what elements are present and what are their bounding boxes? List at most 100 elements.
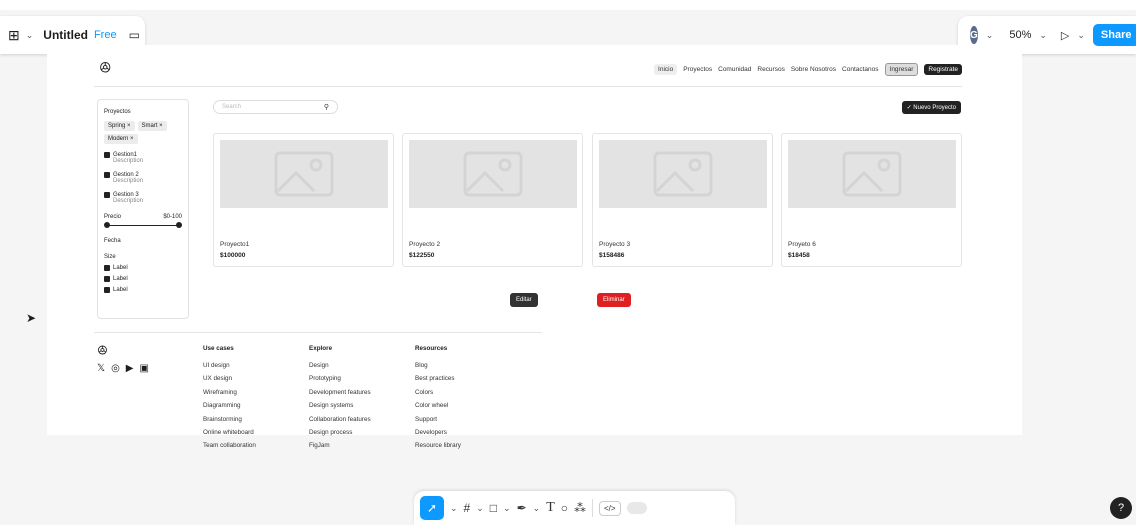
footer-link[interactable]: Collaboration features xyxy=(309,416,371,423)
share-button[interactable]: Share xyxy=(1092,24,1136,46)
footer-column-use-cases: Use cases UI design UX design Wireframin… xyxy=(203,345,256,456)
option-label: Label xyxy=(113,265,128,271)
resources-tool-icon[interactable]: ⁂ xyxy=(574,501,586,515)
footer-link[interactable]: Prototyping xyxy=(309,375,371,382)
footer-link[interactable]: UI design xyxy=(203,362,256,369)
move-tool-icon[interactable]: ➚ xyxy=(420,496,444,520)
chevron-down-icon[interactable]: ⌄ xyxy=(476,503,484,514)
footer-link[interactable]: FigJam xyxy=(309,442,371,449)
toolbar-divider xyxy=(592,499,593,517)
nav-sobre-nosotros[interactable]: Sobre Nosotros xyxy=(791,66,836,73)
frame-tool-icon[interactable]: # xyxy=(464,501,471,515)
footer-link[interactable]: Blog xyxy=(415,362,461,369)
footer-link[interactable]: UX design xyxy=(203,375,256,382)
avatar[interactable]: G xyxy=(970,26,978,44)
project-card[interactable]: Proyecto 3 $158486 xyxy=(592,133,773,267)
file-title[interactable]: Untitled xyxy=(43,28,88,42)
chevron-down-icon[interactable]: ⌄ xyxy=(503,503,511,514)
price-slider[interactable] xyxy=(104,222,182,230)
project-card[interactable]: Proyecto1 $100000 xyxy=(213,133,394,267)
nav-contactanos[interactable]: Contactanos xyxy=(842,66,879,73)
checkbox-checked-icon xyxy=(104,265,110,271)
chevron-down-icon[interactable]: ⌄ xyxy=(533,503,541,514)
chip-spring[interactable]: Spring × xyxy=(104,121,135,131)
dev-mode-toggle[interactable] xyxy=(626,502,647,514)
nav-proyectos[interactable]: Proyectos xyxy=(683,66,712,73)
project-card[interactable]: Proyeto 6 $18458 xyxy=(781,133,962,267)
footer-link[interactable]: Design xyxy=(309,362,371,369)
chevron-down-icon[interactable]: ⌄ xyxy=(1039,30,1047,41)
sidebar-toggle-icon[interactable]: ▭ xyxy=(129,28,140,42)
slider-max-handle[interactable] xyxy=(176,222,182,228)
chevron-down-icon[interactable]: ⌄ xyxy=(986,30,994,41)
price-range: $0-100 xyxy=(163,214,182,220)
slider-track xyxy=(106,225,180,226)
plan-badge[interactable]: Free xyxy=(94,29,117,41)
new-project-button[interactable]: ✓ Nuevo Proyecto xyxy=(901,101,961,114)
footer-link[interactable]: Colors xyxy=(415,389,461,396)
text-tool-icon[interactable]: T xyxy=(546,500,555,516)
zoom-level[interactable]: 50% xyxy=(1009,29,1031,41)
login-button[interactable]: Ingresar xyxy=(884,63,919,76)
register-button[interactable]: Registrate xyxy=(924,64,962,75)
slider-min-handle[interactable] xyxy=(104,222,110,228)
chip-smart[interactable]: Smart × xyxy=(137,121,167,131)
footer-link[interactable]: Design systems xyxy=(309,402,371,409)
youtube-icon[interactable]: ▶ xyxy=(126,363,134,374)
help-icon[interactable]: ? xyxy=(1110,497,1132,519)
mouse-cursor-icon: ➤ xyxy=(26,311,37,325)
instagram-icon[interactable]: ◎ xyxy=(111,363,120,374)
checkbox-gestion3[interactable]: Gestion 3 Description xyxy=(104,192,182,204)
delete-button[interactable]: Eliminar xyxy=(597,293,631,307)
comment-tool-icon[interactable]: ○ xyxy=(561,501,568,515)
footer-link[interactable]: Developers xyxy=(415,429,461,436)
chevron-down-icon[interactable]: ⌄ xyxy=(26,30,34,41)
date-label: Fecha xyxy=(104,238,121,244)
nav-inicio[interactable]: Inicio xyxy=(654,64,678,75)
checkbox-gestion2[interactable]: Gestion 2 Description xyxy=(104,172,182,184)
footer-link[interactable]: Support xyxy=(415,416,461,423)
x-icon[interactable]: 𝕏 xyxy=(97,363,105,374)
chevron-down-icon[interactable]: ⌄ xyxy=(1077,30,1085,41)
chevron-down-icon[interactable]: ⌄ xyxy=(450,503,458,514)
nav-recursos[interactable]: Recursos xyxy=(757,66,784,73)
project-card[interactable]: Proyecto 2 $122550 xyxy=(402,133,583,267)
column-heading: Resources xyxy=(415,345,448,352)
edit-button[interactable]: Editar xyxy=(510,293,538,307)
present-icon[interactable]: ▷ xyxy=(1061,29,1069,42)
checkbox-checked-icon xyxy=(104,276,110,282)
footer-link[interactable]: Team collaboration xyxy=(203,442,256,449)
footer-link[interactable]: Best practices xyxy=(415,375,461,382)
footer-divider xyxy=(94,332,542,333)
rectangle-tool-icon[interactable]: □ xyxy=(490,501,497,515)
main-menu-icon[interactable]: ⊞ xyxy=(8,27,20,44)
footer-column-resources: Resources Blog Best practices Colors Col… xyxy=(415,345,461,456)
item-description: Description xyxy=(113,158,144,164)
filter-title: Proyectos xyxy=(104,109,131,115)
bottom-toolbar: ➚ ⌄ # ⌄ □ ⌄ ✒ ⌄ T ○ ⁂ </> xyxy=(414,491,735,525)
footer-link[interactable]: Design process xyxy=(309,429,371,436)
checkbox-checked-icon xyxy=(104,192,110,198)
checkbox-checked-icon xyxy=(104,172,110,178)
chip-modern[interactable]: Modern × xyxy=(104,134,138,144)
footer-link[interactable]: Resource library xyxy=(415,442,461,449)
size-option[interactable]: Label xyxy=(104,287,182,293)
footer-link[interactable]: Diagramming xyxy=(203,402,256,409)
checkbox-gestion1[interactable]: Gestion1 Description xyxy=(104,152,182,164)
footer-link[interactable]: Brainstorming xyxy=(203,416,256,423)
dev-mode-icon[interactable]: </> xyxy=(599,500,621,516)
footer-link[interactable]: Online whiteboard xyxy=(203,429,256,436)
linkedin-icon[interactable]: ▣ xyxy=(140,363,149,374)
size-option[interactable]: Label xyxy=(104,276,182,282)
search-input[interactable]: Search ⚲ xyxy=(213,100,338,114)
item-description: Description xyxy=(113,178,144,184)
footer-link[interactable]: Color wheel xyxy=(415,402,461,409)
footer-link[interactable]: Wireframing xyxy=(203,389,256,396)
pen-tool-icon[interactable]: ✒ xyxy=(517,501,527,515)
nav-comunidad[interactable]: Comunidad xyxy=(718,66,751,73)
design-frame[interactable]: ꔮ Inicio Proyectos Comunidad Recursos So… xyxy=(47,45,1022,449)
project-price: $100000 xyxy=(220,252,246,259)
size-option[interactable]: Label xyxy=(104,265,182,271)
footer-link[interactable]: Development features xyxy=(309,389,371,396)
image-placeholder-icon xyxy=(409,140,577,208)
